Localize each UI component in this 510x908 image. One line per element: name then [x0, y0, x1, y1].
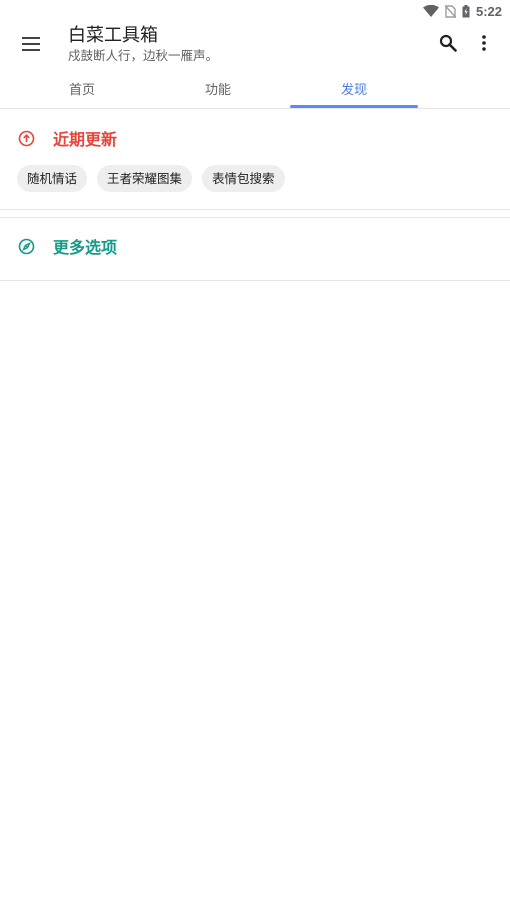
- status-time: 5:22: [475, 3, 502, 19]
- divider: [0, 280, 510, 281]
- tab-features[interactable]: 功能: [150, 70, 286, 108]
- app-bar: 白菜工具箱 戍鼓断人行，边秋一雁声。: [0, 22, 510, 70]
- tab-bar: 首页 功能 发现: [0, 70, 510, 109]
- title-block: 白菜工具箱 戍鼓断人行，边秋一雁声。: [68, 24, 218, 64]
- tab-label: 发现: [340, 82, 367, 98]
- recent-updates-chips: 随机情话 王者荣耀图集 表情包搜索: [17, 165, 295, 192]
- divider: [0, 209, 510, 210]
- no-sim-icon: [444, 4, 456, 18]
- search-icon: [439, 34, 457, 56]
- menu-icon: [22, 36, 40, 55]
- more-options-header[interactable]: 更多选项: [0, 226, 510, 266]
- app-title: 白菜工具箱: [68, 25, 158, 46]
- recent-updates-header[interactable]: 近期更新: [0, 118, 510, 158]
- recent-updates-title: 近期更新: [53, 130, 118, 149]
- more-vert-icon: [482, 35, 486, 55]
- compass-icon: [17, 237, 35, 255]
- tab-label: 首页: [68, 82, 95, 98]
- tab-label: 功能: [204, 82, 231, 98]
- app-subtitle: 戍鼓断人行，边秋一雁声。: [68, 48, 219, 63]
- arrow-up-circle-icon: [17, 129, 35, 147]
- more-options-button[interactable]: [466, 27, 502, 63]
- chip-random-love-words[interactable]: 随机情话: [17, 165, 88, 192]
- chip-sticker-search[interactable]: 表情包搜索: [202, 165, 285, 192]
- battery-charging-icon: [462, 4, 470, 18]
- tab-home[interactable]: 首页: [14, 70, 150, 108]
- tab-indicator: [290, 105, 418, 108]
- status-bar: 5:22: [0, 0, 510, 22]
- divider: [0, 217, 510, 218]
- wifi-icon: [422, 5, 439, 17]
- search-button[interactable]: [430, 27, 466, 63]
- more-options-title: 更多选项: [53, 238, 118, 257]
- chip-honor-of-kings-gallery[interactable]: 王者荣耀图集: [97, 165, 193, 192]
- menu-button[interactable]: [13, 27, 49, 63]
- tab-discover[interactable]: 发现: [286, 70, 422, 108]
